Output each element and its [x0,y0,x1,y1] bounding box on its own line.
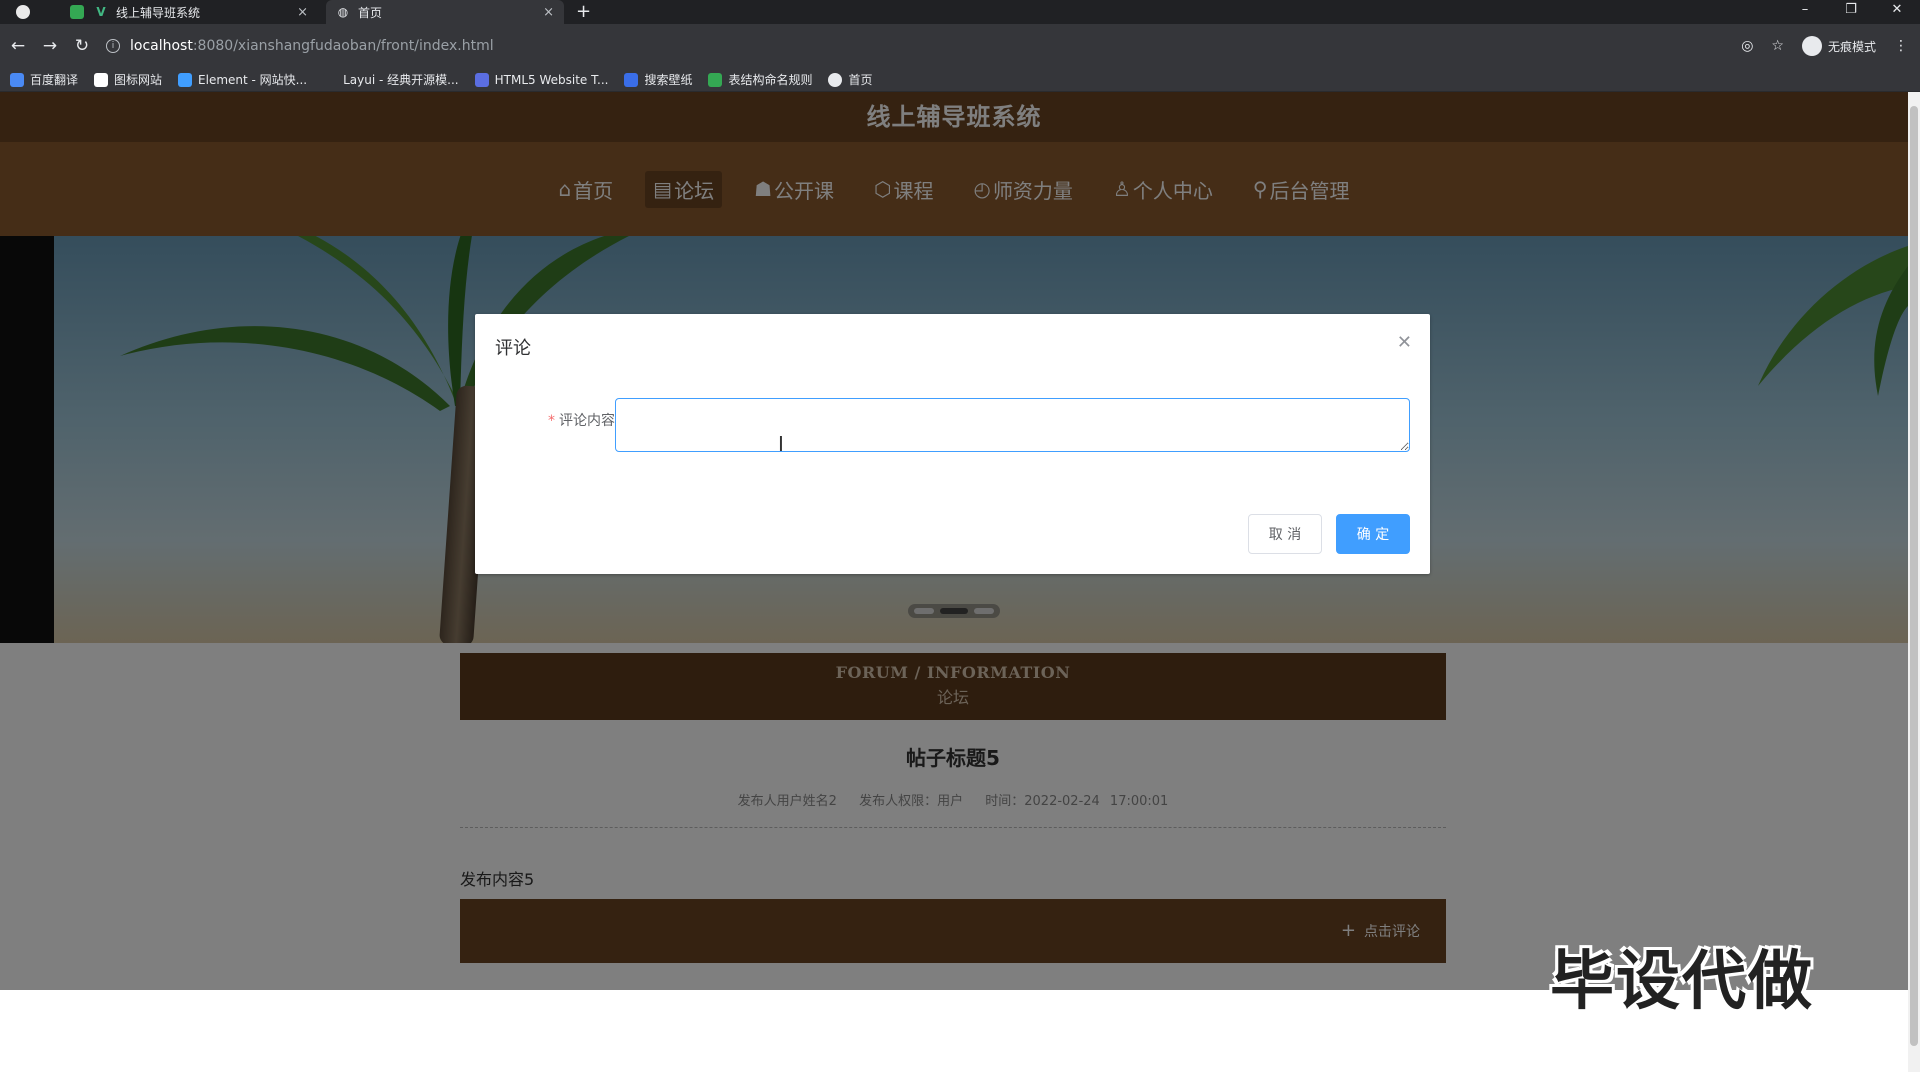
bookmark-label: 首页 [848,73,873,87]
cancel-button[interactable]: 取 消 [1248,514,1322,554]
bookmark-label: 搜索壁纸 [644,73,693,87]
bookmark-icon [178,72,193,87]
confirm-button[interactable]: 确 定 [1336,514,1410,554]
bookmark-item[interactable]: 搜索壁纸 [624,71,692,88]
page-viewport: 线上辅导班系统 ⌂首页 ▤论坛 ☗公开课 ⬡课程 ◴师资力量 ♙个人中心 ⚲后台… [0,92,1908,1072]
more-menu-icon[interactable]: ⋮ [1894,38,1908,54]
page-scrollbar[interactable] [1908,92,1920,1072]
reload-icon[interactable]: ↻ [66,36,98,56]
tab-close-icon[interactable]: × [543,5,554,20]
incognito-badge[interactable]: 无痕模式 [1801,36,1876,56]
comment-dialog: 评论 ✕ * 评论内容 取 消 确 定 [475,314,1430,574]
window-close-icon[interactable]: ✕ [1874,0,1920,24]
globe-icon: ◍ [337,5,349,19]
browser-tab-home[interactable]: ◍ 首页 × [326,0,564,24]
dialog-close-icon[interactable]: ✕ [1397,332,1412,353]
star-icon[interactable]: ☆ [1771,38,1784,54]
bookmark-item[interactable]: HTML5 Website T... [474,72,609,87]
site-info-icon[interactable]: i [106,39,120,53]
bookmark-label: 图标网站 [114,73,163,87]
required-marker: * [548,413,555,429]
comment-content-label: * 评论内容 [515,410,615,430]
forward-arrow-icon[interactable]: → [34,36,66,56]
bookmarks-bar: 百度翻译 图标网站 Element - 网站快... Layui - 经典开源模… [0,68,1920,92]
text-cursor-icon: I [778,432,784,456]
comment-content-textarea[interactable] [615,398,1410,452]
watermark-text: 毕设代做 [1550,945,1814,1019]
field-label-text: 评论内容 [559,413,615,429]
bookmark-label: Layui - 经典开源模... [343,73,459,87]
minimize-icon[interactable]: – [1782,0,1828,24]
bookmark-label: HTML5 Website T... [494,72,609,87]
new-tab-button[interactable]: + [576,1,591,22]
bookmark-icon [624,72,639,87]
bookmark-item[interactable]: 图标网站 [94,71,162,88]
bookmark-item[interactable]: Element - 网站快... [178,71,307,88]
pinned-tab-icon[interactable] [70,5,84,19]
restore-icon[interactable]: ❐ [1828,0,1874,24]
browser-logo-icon [16,5,30,19]
address-bar: ← → ↻ i localhost :8080/xianshangfudaoba… [0,24,1920,68]
bookmark-icon [323,72,338,87]
browser-tab-strip: V 线上辅导班系统 × ◍ 首页 × + – ❐ ✕ [0,0,1920,24]
tab-label: 首页 [358,5,383,20]
bookmark-label: 百度翻译 [30,73,79,87]
bookmark-icon [708,72,723,87]
incognito-avatar-icon [1801,36,1822,56]
eye-off-icon[interactable]: ◎ [1741,38,1753,54]
bookmark-icon [474,72,489,87]
scrollbar-thumb[interactable] [1910,106,1918,1046]
bookmark-item[interactable]: Layui - 经典开源模... [323,71,459,88]
vue-logo-icon: V [96,5,106,19]
url-host: localhost [130,38,193,54]
dialog-title: 评论 [495,338,531,359]
address-bar-actions: ◎ ☆ 无痕模式 ⋮ [1741,24,1908,68]
bookmark-item[interactable]: 表结构命名规则 [708,71,812,88]
back-arrow-icon[interactable]: ← [2,36,34,56]
bookmark-icon [10,72,24,87]
browser-tab-system[interactable]: V 线上辅导班系统 × [84,0,318,24]
bookmark-item[interactable]: 百度翻译 [10,71,78,88]
bookmark-icon [94,72,109,87]
bookmark-icon [828,72,843,87]
url-field[interactable]: i localhost :8080/xianshangfudaoban/fron… [106,38,494,54]
tab-label: 线上辅导班系统 [116,5,201,20]
bookmark-label: Element - 网站快... [198,73,308,87]
bookmark-label: 表结构命名规则 [728,73,813,87]
bookmark-item[interactable]: 首页 [828,71,873,88]
window-controls: – ❐ ✕ [1782,0,1920,24]
url-path: :8080/xianshangfudaoban/front/index.html [192,38,494,54]
tab-close-icon[interactable]: × [297,5,308,20]
incognito-label: 无痕模式 [1827,39,1876,54]
